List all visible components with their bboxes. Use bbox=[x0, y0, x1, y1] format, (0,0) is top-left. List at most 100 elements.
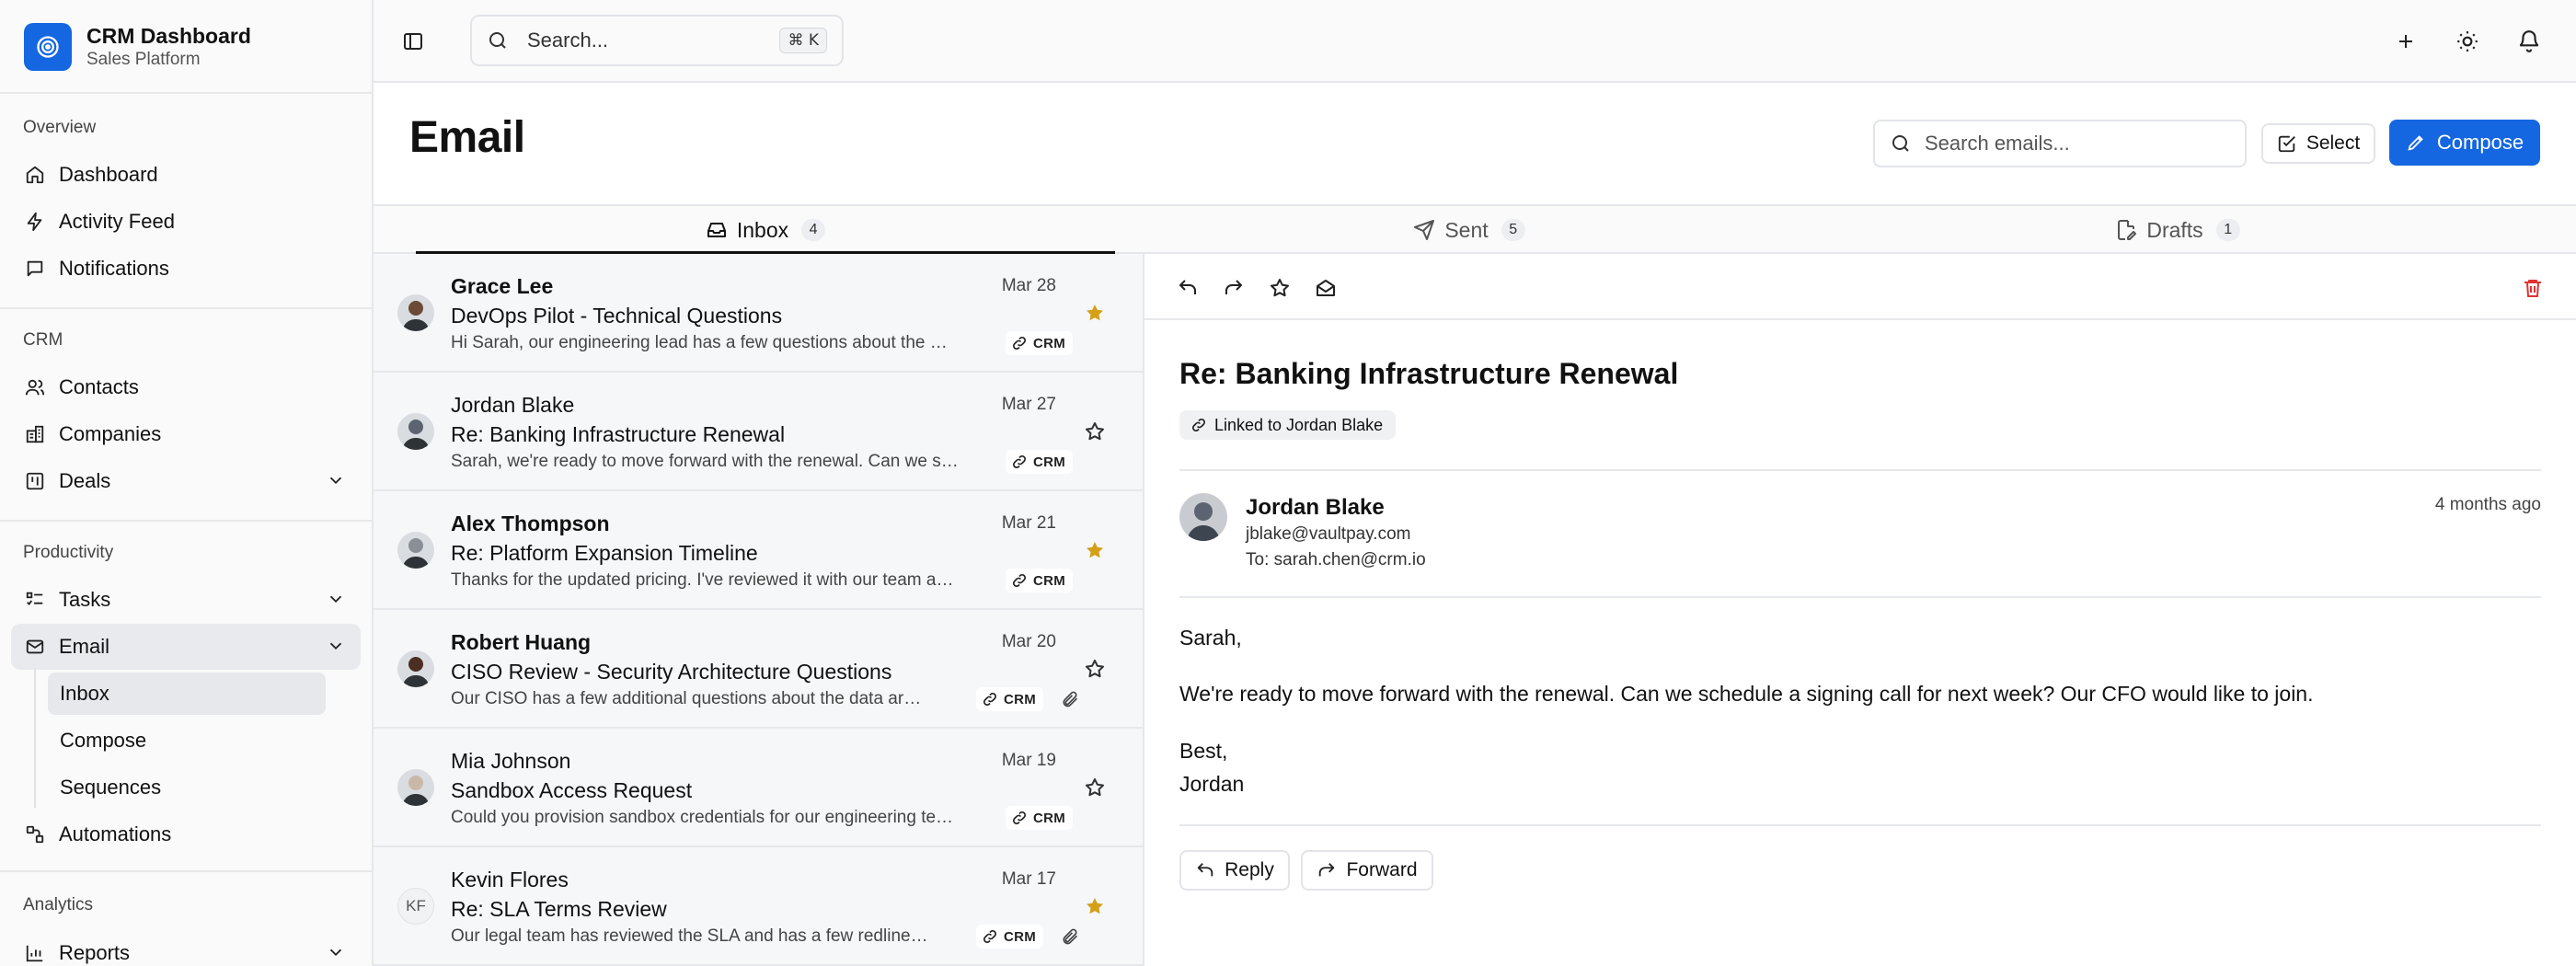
sidebar-toggle-icon[interactable] bbox=[397, 26, 429, 57]
sidebar-subitem-sequences[interactable]: Sequences bbox=[48, 766, 326, 809]
plus-icon[interactable] bbox=[2390, 26, 2421, 57]
sidebar-item-label: Email bbox=[59, 635, 110, 658]
sidebar-item-label: Tasks bbox=[59, 588, 111, 611]
tab-sent[interactable]: Sent 5 bbox=[1115, 206, 1823, 254]
search-icon bbox=[1890, 132, 1912, 155]
chevron-down-icon[interactable] bbox=[326, 589, 346, 609]
forward-icon bbox=[1317, 860, 1337, 880]
sidebar-item-notifications[interactable]: Notifications bbox=[11, 246, 361, 292]
link-icon bbox=[982, 928, 998, 945]
sun-icon[interactable] bbox=[2452, 26, 2483, 57]
building-icon bbox=[24, 423, 46, 445]
email-preview: Our CISO has a few additional questions … bbox=[451, 689, 929, 708]
bell-icon[interactable] bbox=[2513, 26, 2545, 57]
compose-button-label: Compose bbox=[2436, 131, 2524, 154]
email-row[interactable]: Alex Thompson Mar 21 Re: Platform Expansio… bbox=[374, 491, 1143, 610]
divider bbox=[1179, 824, 2541, 826]
badge-label: CRM bbox=[1032, 810, 1065, 826]
email-search-input[interactable] bbox=[1925, 132, 2228, 155]
pencil-icon bbox=[2406, 132, 2426, 153]
list-todo-icon bbox=[24, 589, 46, 611]
star-filled-icon[interactable] bbox=[1082, 300, 1108, 326]
sidebar-item-automations[interactable]: Automations bbox=[11, 811, 361, 857]
avatar bbox=[397, 769, 434, 806]
reply-icon[interactable] bbox=[1174, 274, 1202, 302]
email-date: Mar 27 bbox=[1001, 395, 1056, 414]
sidebar-subitem-compose[interactable]: Compose bbox=[48, 719, 326, 762]
sender-email: jblake@vaultpay.com bbox=[1246, 524, 1411, 544]
sidebar-item-tasks[interactable]: Tasks bbox=[11, 577, 361, 623]
star-icon[interactable] bbox=[1082, 775, 1108, 800]
mail-icon bbox=[24, 636, 46, 658]
email-preview: Our legal team has reviewed the SLA and … bbox=[451, 926, 929, 946]
sidebar: CRM Dashboard Sales Platform Overview Da… bbox=[0, 0, 374, 966]
avatar bbox=[397, 532, 434, 569]
global-search[interactable]: Search... ⌘ K bbox=[470, 15, 844, 66]
forward-button[interactable]: Forward bbox=[1301, 850, 1433, 891]
email-date: Mar 20 bbox=[1001, 632, 1056, 651]
badge-label: CRM bbox=[1003, 691, 1036, 707]
chevron-down-icon[interactable] bbox=[326, 636, 346, 656]
badge-label: CRM bbox=[1032, 572, 1065, 589]
mail-tabs: Inbox 4 Sent 5 Drafts 1 bbox=[374, 204, 2576, 254]
select-button[interactable]: Select bbox=[2261, 123, 2375, 164]
email-row[interactable]: Jordan Blake Mar 27 Re: Banking Infrastruc… bbox=[374, 373, 1143, 491]
badge-label: CRM bbox=[1032, 335, 1065, 351]
compose-button[interactable]: Compose bbox=[2389, 120, 2540, 166]
star-icon[interactable] bbox=[1082, 656, 1108, 682]
sidebar-item-dashboard[interactable]: Dashboard bbox=[11, 152, 361, 198]
badge-label: CRM bbox=[1032, 454, 1065, 470]
email-search[interactable] bbox=[1873, 120, 2247, 167]
sidebar-item-activity-feed[interactable]: Activity Feed bbox=[11, 199, 361, 245]
recipient: To: sarah.chen@crm.io bbox=[1246, 550, 1426, 569]
chevron-down-icon[interactable] bbox=[326, 470, 346, 490]
sidebar-item-contacts[interactable]: Contacts bbox=[11, 364, 361, 410]
mail-open-icon[interactable] bbox=[1312, 274, 1340, 302]
message-time: 4 months ago bbox=[2434, 495, 2541, 514]
chevron-down-icon[interactable] bbox=[326, 942, 346, 962]
star-icon[interactable] bbox=[1082, 419, 1108, 444]
email-row[interactable]: Robert Huang Mar 20 CISO Review - Security… bbox=[374, 610, 1143, 729]
sidebar-item-deals[interactable]: Deals bbox=[11, 458, 361, 504]
sidebar-item-label: Deals bbox=[59, 469, 111, 492]
divider bbox=[1179, 596, 2541, 598]
email-row[interactable]: KF Kevin Flores Mar 17 Re: SLA Terms Review… bbox=[374, 847, 1143, 966]
sender-name: Grace Lee bbox=[451, 274, 554, 298]
email-date: Mar 28 bbox=[1001, 276, 1056, 295]
sidebar-item-reports[interactable]: Reports bbox=[11, 930, 361, 966]
forward-icon[interactable] bbox=[1220, 274, 1248, 302]
star-filled-icon[interactable] bbox=[1082, 537, 1108, 563]
sidebar-item-label: Activity Feed bbox=[59, 210, 175, 233]
linked-contact-badge[interactable]: Linked to Jordan Blake bbox=[1179, 410, 1397, 440]
send-icon bbox=[1413, 219, 1435, 241]
email-preview: Could you provision sandbox credentials … bbox=[451, 808, 959, 827]
star-filled-icon[interactable] bbox=[1082, 893, 1108, 919]
star-icon[interactable] bbox=[1266, 274, 1294, 302]
email-preview: Sarah, we're ready to move forward with … bbox=[451, 452, 959, 471]
link-icon bbox=[1011, 572, 1028, 589]
sidebar-item-email[interactable]: Email bbox=[11, 624, 361, 670]
bar-chart-icon bbox=[24, 942, 46, 964]
crm-link-badge: CRM bbox=[1005, 331, 1073, 355]
section-overview: Overview bbox=[23, 118, 97, 137]
sidebar-item-label: Reports bbox=[59, 941, 131, 964]
tab-inbox[interactable]: Inbox 4 bbox=[416, 206, 1115, 254]
message-icon bbox=[24, 258, 46, 280]
tab-drafts-count: 1 bbox=[2215, 219, 2240, 241]
reply-icon bbox=[1195, 860, 1215, 880]
avatar bbox=[397, 650, 434, 687]
crm-link-badge: CRM bbox=[1005, 450, 1073, 474]
sidebar-subitem-inbox[interactable]: Inbox bbox=[48, 673, 326, 715]
email-row[interactable]: Grace Lee Mar 28 DevOps Pilot - Technical … bbox=[374, 254, 1143, 373]
reply-button[interactable]: Reply bbox=[1179, 850, 1290, 891]
brand[interactable]: CRM Dashboard Sales Platform bbox=[24, 22, 251, 72]
email-date: Mar 21 bbox=[1001, 513, 1056, 533]
sidebar-item-companies[interactable]: Companies bbox=[11, 411, 361, 457]
trash-icon[interactable] bbox=[2519, 274, 2547, 302]
tab-drafts[interactable]: Drafts 1 bbox=[1823, 206, 2532, 254]
email-row[interactable]: Mia Johnson Mar 19 Sandbox Access Request C… bbox=[374, 729, 1143, 847]
email-list: Grace Lee Mar 28 DevOps Pilot - Technical … bbox=[374, 254, 1144, 966]
tab-drafts-label: Drafts bbox=[2146, 217, 2203, 242]
search-shortcut: ⌘ K bbox=[779, 28, 827, 53]
sidebar-item-label: Dashboard bbox=[59, 163, 158, 186]
